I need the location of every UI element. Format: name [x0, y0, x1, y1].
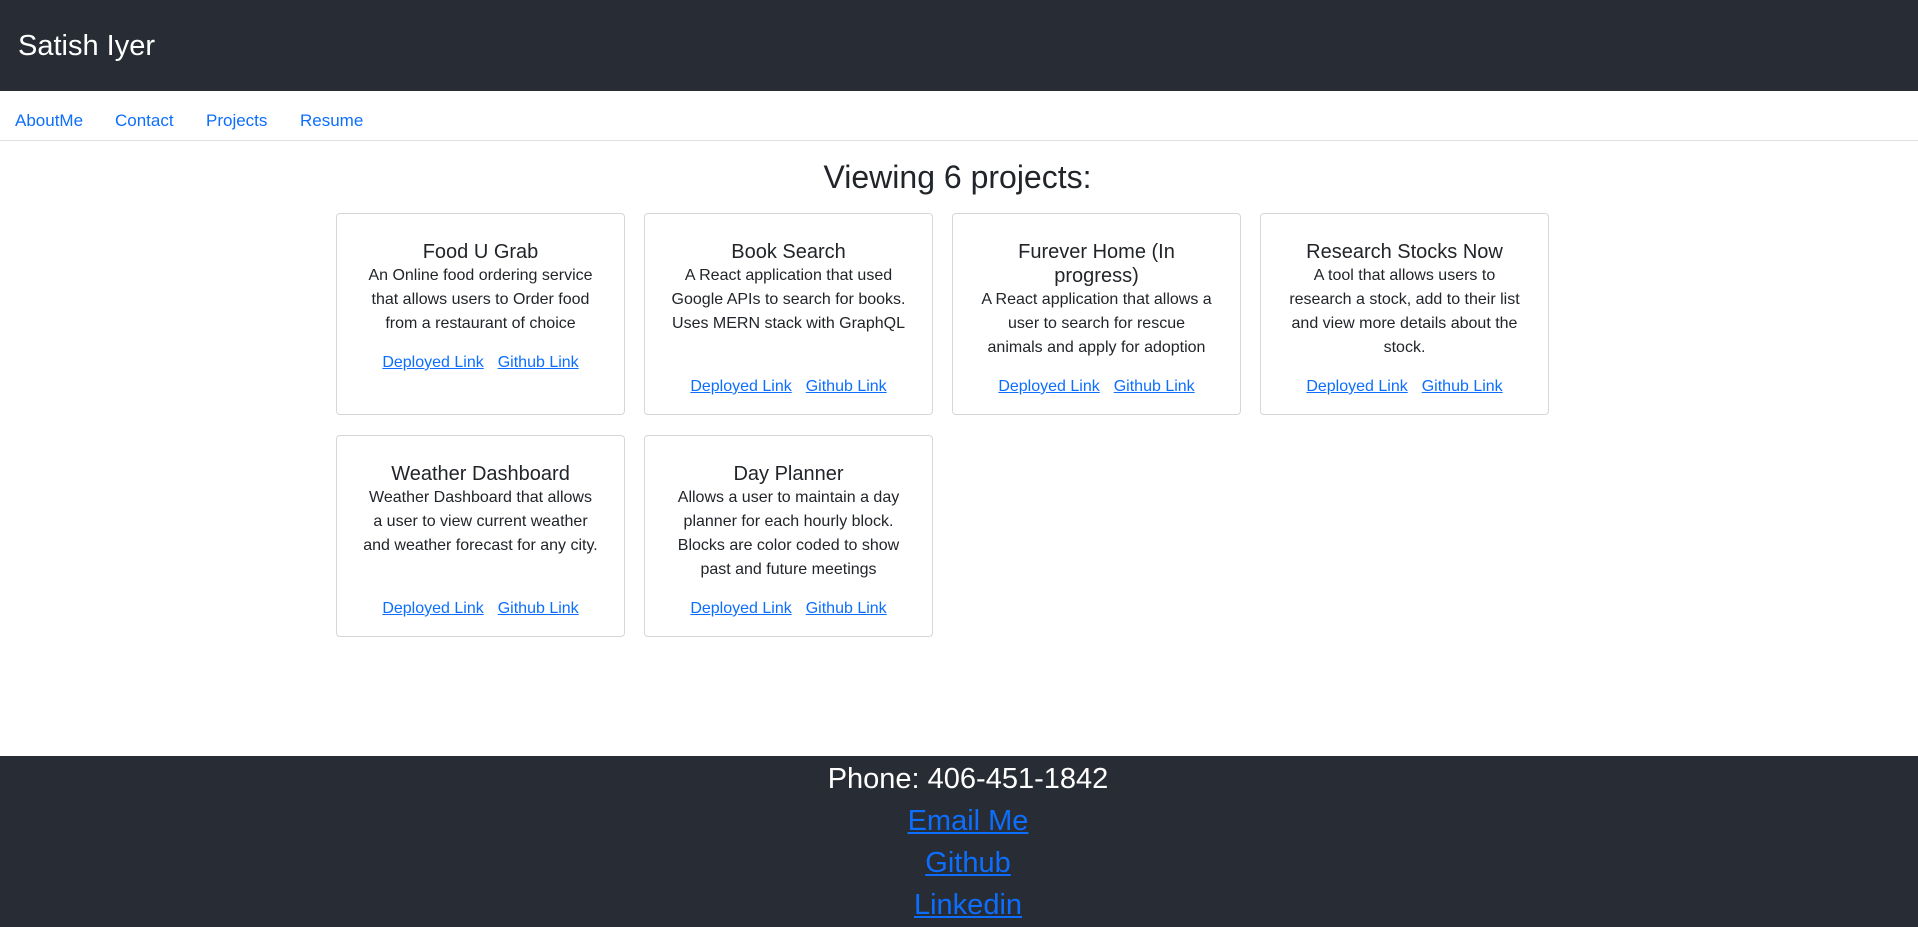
nav-item-aboutme[interactable]: AboutMe [15, 110, 83, 132]
project-title: Food U Grab [422, 241, 539, 263]
project-description: Allows a user to maintain a day planner … [677, 489, 900, 578]
github-link[interactable]: Github Link [806, 600, 887, 617]
project-title: Furever Home (In progress) [1018, 241, 1175, 287]
project-description: A React application that used Google API… [671, 267, 906, 332]
project-links: Deployed Link Github Link [1261, 376, 1548, 398]
project-card-food-u-grab: Food U Grab An Online food ordering serv… [336, 213, 625, 415]
email-link[interactable]: Email Me [908, 805, 1029, 837]
github-link[interactable]: Github Link [1422, 378, 1503, 395]
site-title: Satish Iyer [18, 30, 155, 62]
footer-email-row: Email Me [0, 802, 1918, 840]
linkedin-link[interactable]: Linkedin [914, 889, 1022, 921]
project-links: Deployed Link Github Link [645, 376, 932, 398]
project-card-furever-home: Furever Home (In progress) A React appli… [952, 213, 1241, 415]
github-link[interactable]: Github Link [1114, 378, 1195, 395]
project-links: Deployed Link Github Link [645, 598, 932, 620]
project-description: Weather Dashboard that allows a user to … [363, 489, 598, 554]
footer-github-row: Github [0, 844, 1918, 882]
site-footer: Phone: 406-451-1842 Email Me Github Link… [0, 756, 1918, 927]
project-description: An Online food ordering service that all… [368, 267, 593, 332]
github-link[interactable]: Github Link [806, 378, 887, 395]
main-nav: AboutMe Contact Projects Resume [0, 91, 1918, 141]
project-card-book-search: Book Search A React application that use… [644, 213, 933, 415]
footer-linkedin-row: Linkedin [0, 886, 1918, 924]
github-link[interactable]: Github Link [498, 600, 579, 617]
deployed-link[interactable]: Deployed Link [382, 600, 483, 617]
project-card-day-planner: Day Planner Allows a user to maintain a … [644, 435, 933, 637]
deployed-link[interactable]: Deployed Link [382, 354, 483, 371]
project-links: Deployed Link Github Link [953, 376, 1240, 398]
project-title: Research Stocks Now [1306, 241, 1503, 263]
github-link[interactable]: Github Link [498, 354, 579, 371]
nav-item-projects[interactable]: Projects [206, 110, 267, 132]
project-card-research-stocks-now: Research Stocks Now A tool that allows u… [1260, 213, 1549, 415]
project-card-weather-dashboard: Weather Dashboard Weather Dashboard that… [336, 435, 625, 637]
project-description: A React application that allows a user t… [981, 291, 1212, 356]
deployed-link[interactable]: Deployed Link [1306, 378, 1407, 395]
site-header: Satish Iyer [0, 0, 1918, 91]
project-title: Weather Dashboard [391, 463, 570, 485]
page-heading: Viewing 6 projects: [823, 159, 1092, 195]
deployed-link[interactable]: Deployed Link [690, 378, 791, 395]
project-links: Deployed Link Github Link [337, 352, 624, 374]
project-title: Day Planner [733, 463, 844, 485]
deployed-link[interactable]: Deployed Link [998, 378, 1099, 395]
project-links: Deployed Link Github Link [337, 598, 624, 620]
footer-phone: Phone: 406-451-1842 [827, 763, 1109, 795]
project-description: A tool that allows users to research a s… [1289, 267, 1520, 356]
deployed-link[interactable]: Deployed Link [690, 600, 791, 617]
nav-item-resume[interactable]: Resume [300, 110, 363, 132]
project-title: Book Search [731, 241, 846, 263]
nav-item-contact[interactable]: Contact [115, 110, 174, 132]
github-profile-link[interactable]: Github [925, 847, 1010, 879]
